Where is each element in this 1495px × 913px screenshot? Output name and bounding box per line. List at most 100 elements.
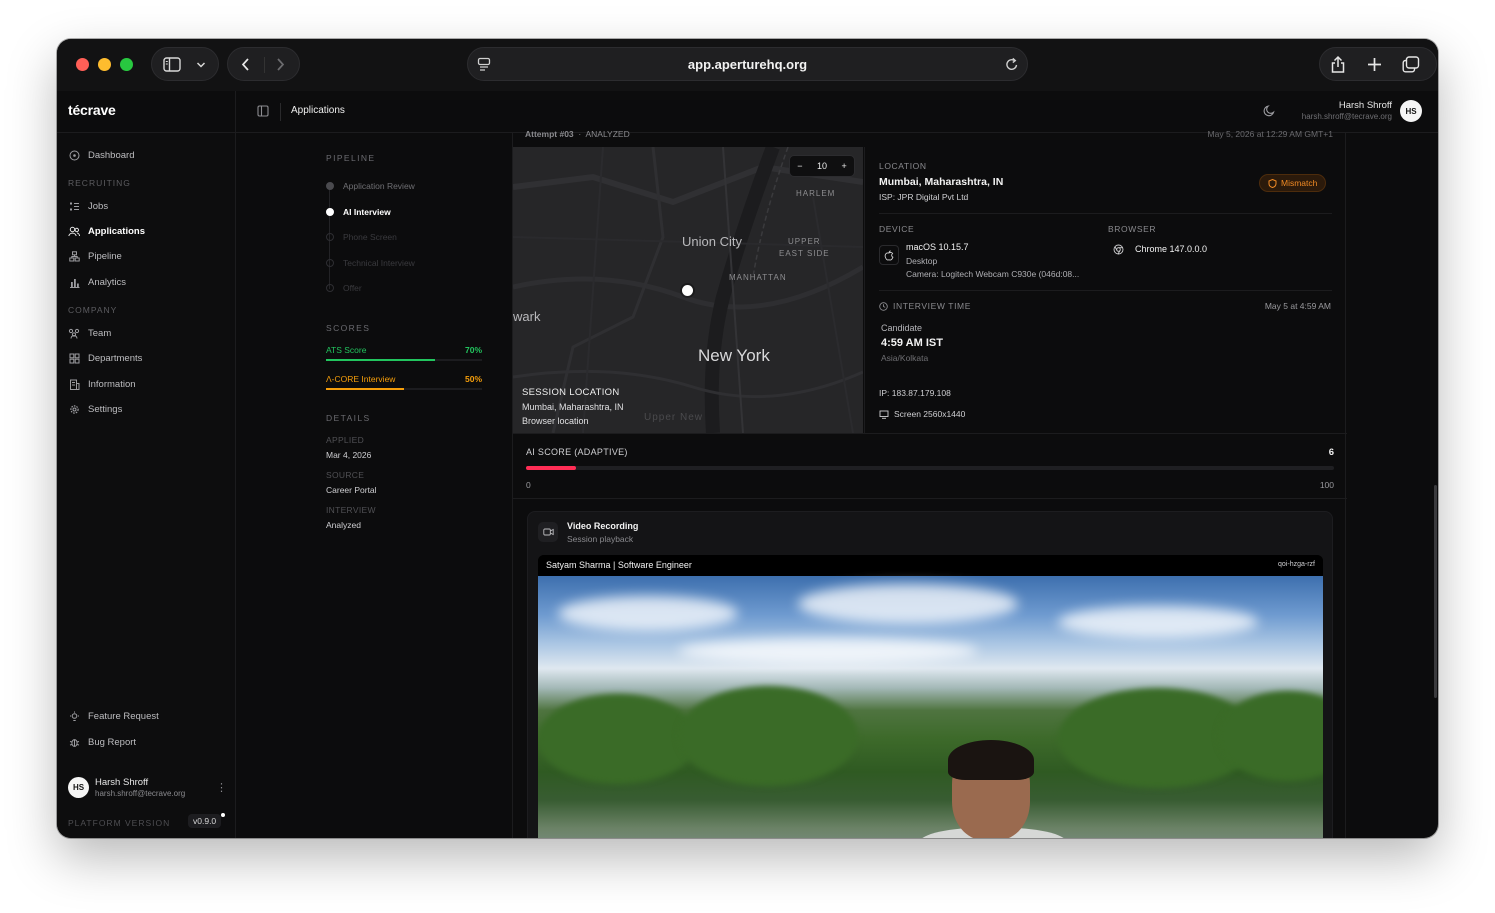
close-window-button[interactable] [76, 58, 89, 71]
step-label: Offer [343, 283, 362, 293]
reload-icon[interactable] [1005, 57, 1019, 72]
zoom-out-button[interactable]: − [797, 161, 802, 171]
location-pin[interactable] [682, 285, 693, 296]
update-indicator [221, 813, 225, 817]
sidebar-user[interactable]: HS Harsh Shroff harsh.shroff@tecrave.org… [68, 777, 228, 801]
score-row: Λ-CORE Interview 50% [326, 374, 482, 392]
sidebar-item-label: Feature Request [88, 710, 159, 722]
forward-arrow-icon[interactable] [274, 57, 286, 72]
sidebar-item-team[interactable]: Team [68, 325, 111, 341]
video-frame[interactable] [538, 576, 1323, 838]
clock-icon [879, 301, 888, 311]
score-fill [326, 359, 436, 361]
step-label: Application Review [343, 181, 415, 191]
video-player-header: Satyam Sharma | Software Engineer qoi-hz… [538, 555, 1323, 576]
sidebar-item-jobs[interactable]: Jobs [68, 198, 108, 214]
video-player[interactable]: Satyam Sharma | Software Engineer qoi-hz… [538, 555, 1323, 838]
address-bar[interactable]: app.aperturehq.org [467, 47, 1028, 81]
ip-value: IP: 183.87.179.108 [879, 388, 951, 398]
header-user-name: Harsh Shroff [1338, 100, 1392, 111]
section-label-recruiting: RECRUITING [68, 178, 131, 188]
attempt-header: Attempt #03 · ANALYZED [525, 129, 630, 139]
session-location-caption: SESSION LOCATION Mumbai, Maharashtra, IN… [522, 387, 624, 426]
zoom-window-button[interactable] [120, 58, 133, 71]
step-dot [326, 259, 334, 267]
sidebar-item-pipeline[interactable]: Pipeline [68, 248, 122, 264]
sidebar-item-label: Team [88, 327, 112, 339]
step-label: Phone Screen [343, 232, 397, 242]
sidebar-item-information[interactable]: Information [68, 376, 136, 392]
device-label: DEVICE [879, 224, 915, 234]
back-arrow-icon[interactable] [240, 57, 252, 72]
video-player-title: Satyam Sharma | Software Engineer [546, 560, 692, 570]
toggle-sidebar-icon[interactable] [257, 105, 269, 117]
browser-sidebar-toggle[interactable] [151, 47, 219, 81]
pipeline-step[interactable]: Offer [326, 282, 362, 294]
team-icon [68, 327, 80, 339]
score-row: ATS Score 70% [326, 345, 482, 363]
screen-value: Screen 2560x1440 [894, 409, 966, 419]
sidebar-item-departments[interactable]: Departments [68, 350, 142, 366]
screen-row: Screen 2560x1440 [879, 409, 965, 419]
dashboard-icon [68, 149, 80, 161]
brand-logo[interactable]: técrave [68, 102, 116, 118]
pipeline-step[interactable]: Phone Screen [326, 231, 397, 243]
device-camera: Camera: Logitech Webcam C930e (046d:08..… [906, 269, 1080, 279]
nav-divider [264, 57, 265, 73]
new-tab-plus-icon[interactable] [1367, 57, 1382, 72]
sidebar-item-settings[interactable]: Settings [68, 401, 122, 417]
sidebar-item-bug-report[interactable]: Bug Report [68, 734, 136, 750]
step-dot [326, 182, 334, 190]
pipeline-icon [68, 250, 80, 262]
ai-score-section: AI SCORE (ADAPTIVE) 6 0 100 [513, 433, 1347, 499]
attempt-title: Attempt #03 [525, 129, 574, 139]
candidate-time: 4:59 AM IST [881, 337, 943, 349]
interview-time-date: May 5 at 4:59 AM [1264, 301, 1331, 311]
cloud-shape [558, 596, 738, 631]
sidebar-item-analytics[interactable]: Analytics [68, 274, 126, 290]
info-divider [879, 213, 1332, 214]
cloud-shape [678, 638, 978, 664]
url-text: app.aperturehq.org [687, 57, 808, 72]
tree-shape [538, 694, 698, 784]
cloud-shape [798, 584, 1018, 624]
browser-toolbar: app.aperturehq.org [57, 39, 1438, 91]
detail-key-source: SOURCE [326, 470, 365, 480]
header-user-info[interactable]: Harsh Shroff harsh.shroff@tecrave.org [1302, 100, 1392, 121]
sidebar-item-label: Settings [88, 403, 123, 415]
map-label-upper-east: UPPER [788, 237, 821, 246]
share-icon[interactable] [1330, 55, 1346, 74]
users-icon [68, 225, 80, 237]
pipeline-step[interactable]: AI Interview [326, 206, 391, 218]
map-label-upper-new: Upper New [644, 412, 704, 423]
video-title: Video Recording [567, 521, 639, 531]
ai-score-max: 100 [1319, 480, 1334, 490]
breadcrumb[interactable]: Applications [291, 105, 345, 116]
chevron-down-icon[interactable] [196, 61, 206, 69]
location-value: Mumbai, Maharashtra, IN [879, 176, 1004, 188]
bug-icon [68, 736, 80, 748]
session-map[interactable]: − 10 + HARLEM Union City UPPER EAST SIDE… [513, 147, 863, 433]
video-recording-card: Video Recording Session playback Satyam … [527, 511, 1333, 838]
sidebar-item-dashboard[interactable]: Dashboard [68, 147, 134, 163]
map-label-east-side: EAST SIDE [779, 249, 830, 258]
score-label: Λ-CORE Interview [326, 374, 396, 384]
breadcrumb-separator [280, 103, 281, 121]
ai-score-min: 0 [526, 480, 531, 490]
pipeline-step[interactable]: Application Review [326, 180, 415, 192]
moon-icon[interactable] [1263, 104, 1276, 117]
map-zoom-control: − 10 + [789, 155, 855, 177]
page-scrollbar[interactable] [1434, 485, 1437, 698]
minimize-window-button[interactable] [98, 58, 111, 71]
sidebar-item-feature-request[interactable]: Feature Request [68, 708, 159, 724]
pipeline-step[interactable]: Technical Interview [326, 257, 415, 269]
more-options-icon[interactable]: ⋮ [216, 781, 227, 794]
sidebar-item-applications[interactable]: Applications [68, 223, 145, 239]
avatar[interactable]: HS [1400, 100, 1422, 122]
cloud-shape [1058, 606, 1258, 638]
tab-overview-icon[interactable] [1402, 56, 1420, 73]
detail-value-source: Career Portal [326, 485, 377, 495]
platform-version-label: PLATFORM VERSION [68, 818, 171, 828]
zoom-in-button[interactable]: + [841, 161, 846, 171]
info-divider [879, 290, 1332, 291]
